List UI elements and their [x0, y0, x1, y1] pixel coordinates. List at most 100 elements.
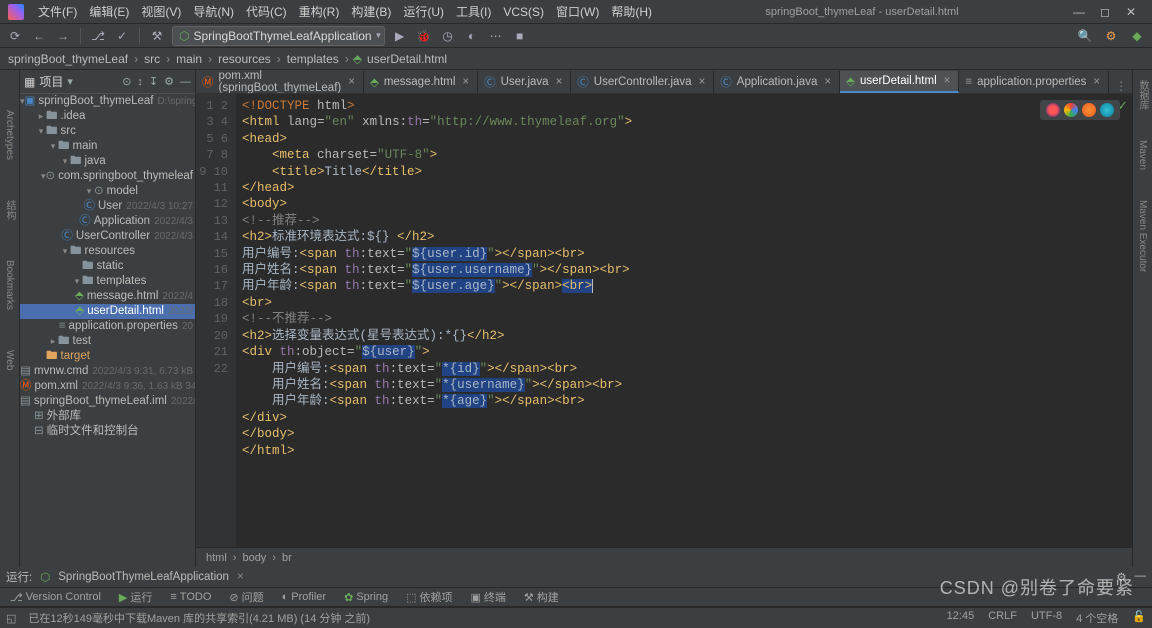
- build-icon[interactable]: ⚒: [148, 27, 166, 45]
- coverage-icon[interactable]: ◷: [439, 27, 457, 45]
- close-tab-icon[interactable]: ×: [1093, 76, 1100, 88]
- caret-position[interactable]: 12:45: [947, 610, 975, 626]
- tree-row-2[interactable]: ▾🖿src: [20, 124, 195, 139]
- code-editor[interactable]: <!DOCTYPE html> <html lang="en" xmlns:th…: [236, 94, 1132, 547]
- build-tab[interactable]: ⚒构建: [520, 589, 563, 605]
- right-tool-maven-exec[interactable]: Maven Executor: [1137, 200, 1148, 272]
- crumb[interactable]: body: [242, 552, 266, 564]
- crumb[interactable]: html: [206, 552, 227, 564]
- settings-tree-icon[interactable]: ⚙: [164, 75, 174, 88]
- close-tab-icon[interactable]: ×: [348, 76, 355, 88]
- tree-row-7[interactable]: ⒸUser2022/4/3 10:27: [20, 199, 195, 214]
- close-tab-icon[interactable]: ×: [699, 76, 706, 88]
- crumb[interactable]: br: [282, 552, 292, 564]
- close-tab-icon[interactable]: ×: [462, 76, 469, 88]
- select-target-icon[interactable]: ⊙: [122, 75, 131, 88]
- minimize-button[interactable]: —: [1066, 3, 1092, 21]
- spring-tab[interactable]: ✿Spring: [340, 591, 392, 604]
- forward-icon[interactable]: →: [54, 27, 72, 45]
- tree-row-11[interactable]: 🖿static: [20, 259, 195, 274]
- breadcrumb-file[interactable]: userDetail.html: [365, 52, 449, 66]
- tree-row-12[interactable]: ▾🖿templates: [20, 274, 195, 289]
- tree-row-19[interactable]: Ⓜpom.xml2022/4/3 9:36, 1.63 kB 34 s: [20, 379, 195, 394]
- breadcrumb[interactable]: src: [142, 52, 162, 66]
- tabs-more-icon[interactable]: ⋮: [1109, 79, 1132, 93]
- tree-row-14[interactable]: ⬘userDetail.html2022/: [20, 304, 195, 319]
- run-config-combo[interactable]: ⬡ SpringBootThymeLeafApplication: [172, 26, 385, 46]
- sync-icon[interactable]: ⟳: [6, 27, 24, 45]
- maximize-button[interactable]: ◻: [1092, 3, 1118, 21]
- menu-refactor[interactable]: 重构(R): [293, 3, 346, 20]
- edge-icon[interactable]: [1100, 103, 1114, 117]
- menu-tools[interactable]: 工具(I): [450, 3, 497, 20]
- tab-5[interactable]: ⬘userDetail.html×: [840, 71, 959, 93]
- readonly-lock-icon[interactable]: 🔓: [1132, 610, 1146, 626]
- menu-navigate[interactable]: 导航(N): [187, 3, 240, 20]
- project-tree[interactable]: ▾▣springBoot_thymeLeaf D:\springBoot▸🖿.i…: [20, 94, 195, 567]
- tree-row-10[interactable]: ▾🖿resources: [20, 244, 195, 259]
- hide-tool-icon[interactable]: —: [180, 76, 191, 88]
- left-tool-web[interactable]: Web: [4, 350, 15, 370]
- tab-3[interactable]: ⒸUserController.java×: [571, 71, 714, 93]
- close-tab-icon[interactable]: ×: [556, 76, 563, 88]
- hide-run-icon[interactable]: —: [1135, 570, 1147, 584]
- indent-setting[interactable]: 4 个空格: [1076, 610, 1118, 626]
- left-tool-archetypes[interactable]: Archetypes: [4, 110, 15, 160]
- tree-row-20[interactable]: ▤springBoot_thymeLeaf.iml2022/4: [20, 394, 195, 409]
- jb-toolbox-icon[interactable]: ◆: [1128, 27, 1146, 45]
- run-tab[interactable]: SpringBootThymeLeafApplication: [58, 571, 229, 583]
- breadcrumb[interactable]: templates: [285, 52, 341, 66]
- breadcrumb[interactable]: main: [174, 52, 204, 66]
- tree-row-4[interactable]: ▾🖿java: [20, 154, 195, 169]
- status-window-icon[interactable]: ◱: [6, 612, 16, 625]
- deps-tab[interactable]: ⬚依赖项: [402, 589, 456, 605]
- stop-icon[interactable]: ■: [511, 27, 529, 45]
- close-button[interactable]: ✕: [1118, 3, 1144, 21]
- tab-4[interactable]: ⒸApplication.java×: [714, 71, 840, 93]
- tree-row-1[interactable]: ▸🖿.idea: [20, 109, 195, 124]
- menu-edit[interactable]: 编辑(E): [83, 3, 135, 20]
- close-tab-icon[interactable]: ×: [824, 76, 831, 88]
- tab-0[interactable]: Ⓜpom.xml (springBoot_thymeLeaf)×: [196, 71, 364, 93]
- run-icon[interactable]: ▶: [391, 27, 409, 45]
- tree-row-3[interactable]: ▾🖿main: [20, 139, 195, 154]
- right-tool-maven[interactable]: Maven: [1137, 140, 1148, 170]
- search-icon[interactable]: 🔍: [1076, 27, 1094, 45]
- line-separator[interactable]: CRLF: [988, 610, 1017, 626]
- tab-2[interactable]: ⒸUser.java×: [478, 71, 571, 93]
- menu-run[interactable]: 运行(U): [397, 3, 450, 20]
- tree-row-22[interactable]: ⊟临时文件和控制台: [20, 424, 195, 439]
- branch-icon[interactable]: ⎇: [89, 27, 107, 45]
- menu-file[interactable]: 文件(F): [32, 3, 83, 20]
- commit-icon[interactable]: ✓: [113, 27, 131, 45]
- project-header-label[interactable]: 项目: [39, 73, 63, 90]
- tree-row-5[interactable]: ▾⊙com.springboot_thymeleaf: [20, 169, 195, 184]
- run-tab-bottom[interactable]: ▶运行: [115, 589, 156, 605]
- menu-vcs[interactable]: VCS(S): [497, 5, 550, 19]
- todo-tab[interactable]: ≡TODO: [166, 591, 215, 603]
- back-icon[interactable]: ←: [30, 27, 48, 45]
- firefox2-icon[interactable]: [1082, 103, 1096, 117]
- settings-gear-icon[interactable]: ⚙: [1102, 27, 1120, 45]
- tab-1[interactable]: ⬘message.html×: [364, 71, 478, 93]
- tree-row-13[interactable]: ⬘message.html2022/4: [20, 289, 195, 304]
- menu-view[interactable]: 视图(V): [135, 3, 187, 20]
- right-tool-database[interactable]: 数据库: [1135, 80, 1150, 110]
- left-tool-bookmarks[interactable]: Bookmarks: [4, 260, 15, 310]
- profiler-tab[interactable]: ◐Profiler: [278, 591, 331, 603]
- file-encoding[interactable]: UTF-8: [1031, 610, 1062, 626]
- terminal-tab[interactable]: ▣终端: [467, 589, 510, 605]
- tree-row-21[interactable]: ⊞外部库: [20, 409, 195, 424]
- close-run-tab-icon[interactable]: ×: [237, 571, 244, 583]
- tree-row-17[interactable]: 🖿target: [20, 349, 195, 364]
- menu-help[interactable]: 帮助(H): [605, 3, 658, 20]
- tree-row-0[interactable]: ▾▣springBoot_thymeLeaf D:\springBoot: [20, 94, 195, 109]
- menu-window[interactable]: 窗口(W): [550, 3, 605, 20]
- tree-row-6[interactable]: ▾⊙model: [20, 184, 195, 199]
- tree-row-8[interactable]: ⒸApplication2022/4/3: [20, 214, 195, 229]
- collapse-icon[interactable]: ↧: [149, 75, 158, 88]
- menu-code[interactable]: 代码(C): [240, 3, 293, 20]
- breadcrumb[interactable]: resources: [216, 52, 273, 66]
- chrome-icon[interactable]: [1064, 103, 1078, 117]
- tab-6[interactable]: ≡application.properties×: [959, 71, 1109, 93]
